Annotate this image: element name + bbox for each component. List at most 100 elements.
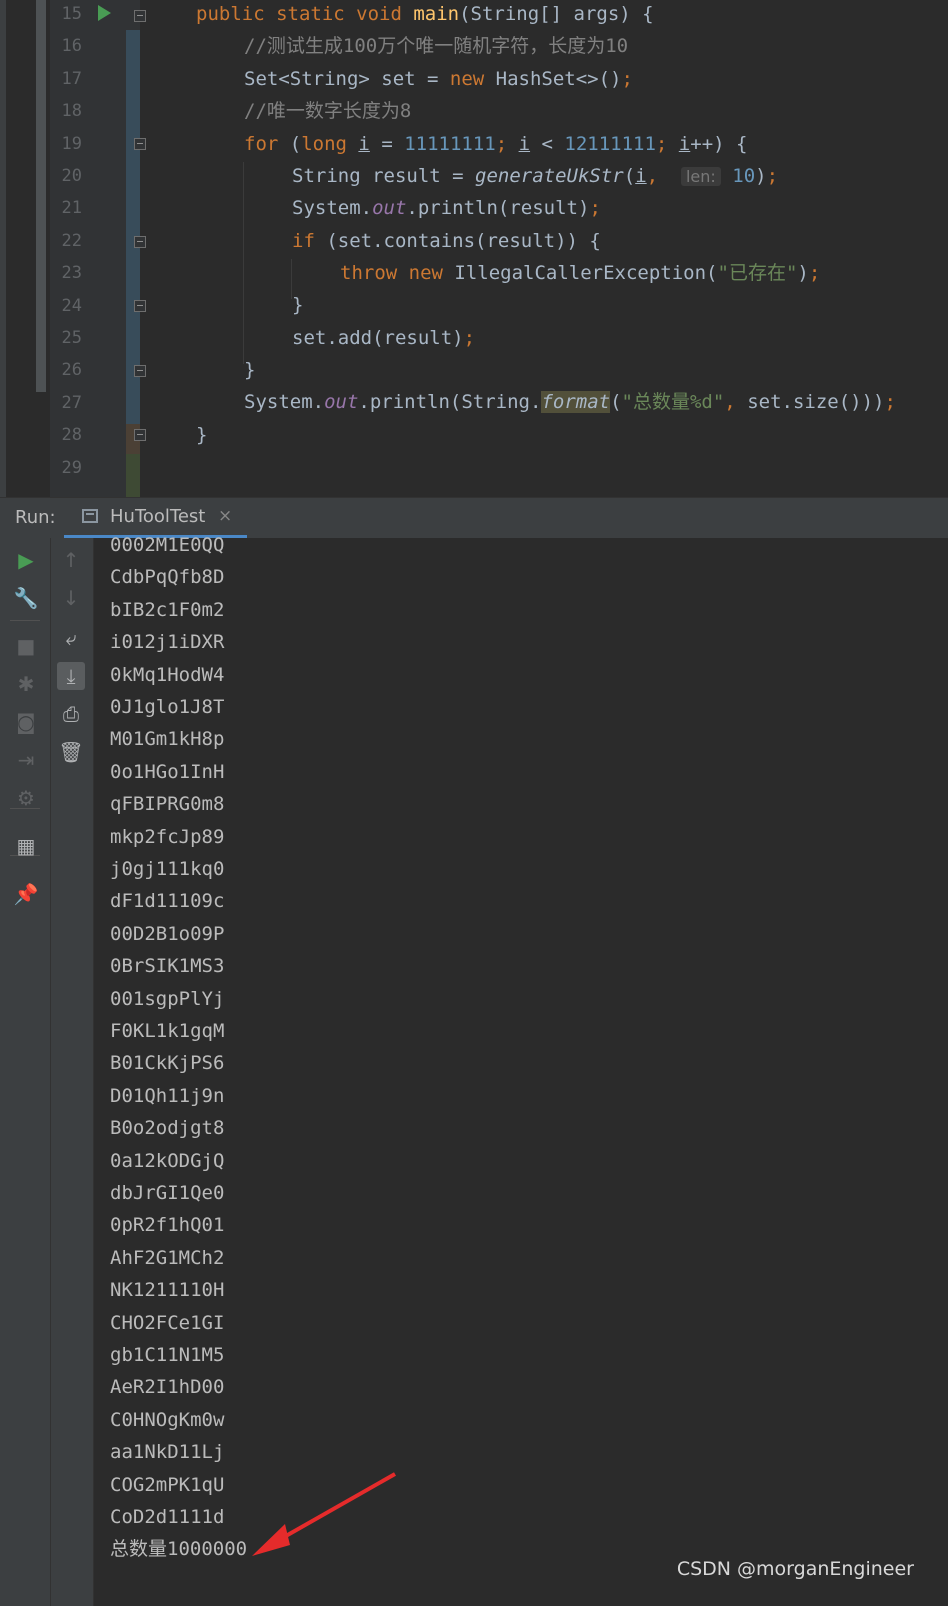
line-number: 22 bbox=[61, 230, 82, 251]
parameter-hint: len: bbox=[680, 167, 721, 186]
line-number: 26 bbox=[61, 360, 82, 381]
code-token: System. bbox=[292, 197, 373, 219]
code-token: (set.contains(result)) { bbox=[326, 230, 601, 252]
console-line: C0HNOgKm0w bbox=[110, 1408, 225, 1431]
fold-icon[interactable] bbox=[134, 365, 146, 377]
line-number: 20 bbox=[61, 166, 82, 186]
editor-scrollbar[interactable] bbox=[36, 0, 46, 392]
code-line-19: for (long i = 11111111; i < 12111111; i+… bbox=[244, 128, 747, 161]
code-token: i bbox=[635, 165, 647, 187]
wrench-icon[interactable]: 🔧 bbox=[12, 584, 40, 612]
stop-icon[interactable]: ■ bbox=[12, 632, 40, 660]
camera-icon[interactable]: ◙ bbox=[12, 708, 40, 736]
code-token: , bbox=[646, 165, 681, 187]
up-arrow-icon[interactable]: ↑ bbox=[57, 546, 85, 574]
code-token: ) bbox=[797, 262, 809, 284]
code-token: .println(String. bbox=[358, 391, 542, 413]
fold-icon[interactable] bbox=[134, 429, 146, 441]
console-line: mkp2fcJp89 bbox=[110, 825, 225, 848]
soft-wrap-icon[interactable]: ⤶ bbox=[57, 624, 85, 652]
code-token: set.size())) bbox=[747, 391, 885, 413]
fold-icon[interactable] bbox=[134, 10, 146, 22]
indent-guide bbox=[243, 162, 244, 364]
settings-search-icon[interactable]: ⚙ bbox=[12, 784, 40, 812]
console-line: COG2mPK1qU bbox=[110, 1473, 225, 1496]
pin-icon[interactable]: 📌 bbox=[12, 880, 40, 908]
code-token: public static void bbox=[196, 3, 414, 25]
line-number: 29 bbox=[61, 457, 82, 478]
close-icon[interactable]: × bbox=[218, 506, 232, 526]
code-line-25: set.add(result); bbox=[292, 322, 475, 355]
fold-icon[interactable] bbox=[134, 236, 146, 248]
console-line: aa1NkD11Lj bbox=[110, 1441, 225, 1464]
console-line: B0o2odjgt8 bbox=[110, 1117, 225, 1140]
code-token: "已存在" bbox=[717, 262, 798, 284]
code-token: ++) { bbox=[690, 133, 748, 155]
console-line: D01Qh11j9n bbox=[110, 1084, 225, 1107]
code-token: } bbox=[244, 359, 256, 381]
code-token: i bbox=[518, 133, 531, 155]
code-token: HashSet<>() bbox=[495, 68, 622, 90]
code-token: String result = bbox=[292, 165, 476, 187]
layout-icon[interactable]: ▦ bbox=[12, 832, 40, 860]
code-token: 11111111 bbox=[404, 133, 496, 155]
code-token: ; bbox=[495, 133, 519, 155]
code-token: ; bbox=[766, 165, 779, 187]
code-token: ) bbox=[755, 165, 767, 187]
code-token: generateUkStr bbox=[475, 165, 624, 187]
code-token: ; bbox=[655, 133, 679, 155]
tab-title: HuToolTest bbox=[110, 506, 206, 527]
debug-icon[interactable]: ✱ bbox=[12, 670, 40, 698]
line-number: 17 bbox=[61, 68, 82, 89]
fold-icon[interactable] bbox=[134, 138, 146, 150]
code-token: = bbox=[369, 133, 405, 155]
code-token: ; bbox=[463, 327, 476, 349]
code-token: "总数量%d" bbox=[621, 391, 725, 413]
console-line: 0J1glo1J8T bbox=[110, 696, 225, 718]
console-line: bIB2c1F0m2 bbox=[110, 598, 225, 621]
scroll-to-end-icon[interactable]: ⤓ bbox=[57, 662, 85, 690]
fold-icon[interactable] bbox=[134, 300, 146, 312]
code-token: 12111111 bbox=[564, 133, 656, 155]
watermark: CSDN @morganEngineer bbox=[676, 1558, 914, 1580]
line-number: 27 bbox=[61, 392, 82, 413]
code-line-22: if (set.contains(result)) { bbox=[292, 225, 601, 258]
console-line: 总数量1000000 bbox=[110, 1538, 248, 1561]
code-token: main bbox=[413, 3, 460, 25]
code-token: i bbox=[358, 133, 370, 155]
console-line: M01Gm1kH8p bbox=[110, 728, 225, 751]
code-line-23: throw new IllegalCallerException("已存在"); bbox=[340, 257, 820, 290]
exit-icon[interactable]: ⇥ bbox=[12, 746, 40, 774]
code-token: < bbox=[530, 133, 565, 155]
console-output[interactable]: 0002M1E0QQ CdbPqQfb8D bIB2c1F0m2 i012j1iDXR… bbox=[94, 534, 948, 1606]
code-line-17: Set<String> set = new HashSet<>(); bbox=[244, 63, 633, 96]
console-line: gb1C11N1M5 bbox=[110, 1344, 225, 1366]
code-line-24: } bbox=[292, 289, 303, 322]
line-number: 28 bbox=[61, 425, 82, 446]
code-token: ; bbox=[589, 197, 601, 219]
console-line: 0kMq1HodW4 bbox=[110, 663, 225, 686]
console-line: dF1d11109c bbox=[110, 890, 225, 913]
console-line: AhF2G1MCh2 bbox=[110, 1246, 225, 1269]
console-line: CHO2FCe1GI bbox=[110, 1311, 225, 1334]
code-token: if bbox=[292, 230, 327, 252]
code-token: set.add(result) bbox=[292, 327, 464, 349]
run-main-icon[interactable] bbox=[98, 5, 111, 21]
console-line: CoD2d1111d bbox=[110, 1506, 225, 1528]
down-arrow-icon[interactable]: ↓ bbox=[57, 584, 85, 612]
vcs-change-marker-added[interactable] bbox=[126, 454, 140, 497]
console-line: 0pR2f1hQ01 bbox=[110, 1214, 225, 1237]
code-token: out bbox=[324, 391, 359, 413]
print-icon[interactable]: ⎙ bbox=[57, 700, 85, 728]
line-number: 25 bbox=[61, 328, 82, 348]
code-token: 10 bbox=[732, 165, 756, 187]
code-token: i bbox=[678, 133, 691, 155]
trash-icon[interactable]: 🗑 bbox=[57, 738, 85, 766]
console-line: CdbPqQfb8D bbox=[110, 566, 225, 589]
code-editor[interactable]: 15 16 17 18 19 20 21 22 23 24 25 26 27 28 29 public st… bbox=[0, 0, 948, 497]
line-number: 23 bbox=[61, 263, 82, 284]
code-token: ( bbox=[610, 391, 622, 413]
code-token: new bbox=[449, 68, 496, 90]
console-line: 0a12kODGjQ bbox=[110, 1149, 225, 1172]
rerun-icon[interactable]: ▶ bbox=[12, 546, 40, 574]
